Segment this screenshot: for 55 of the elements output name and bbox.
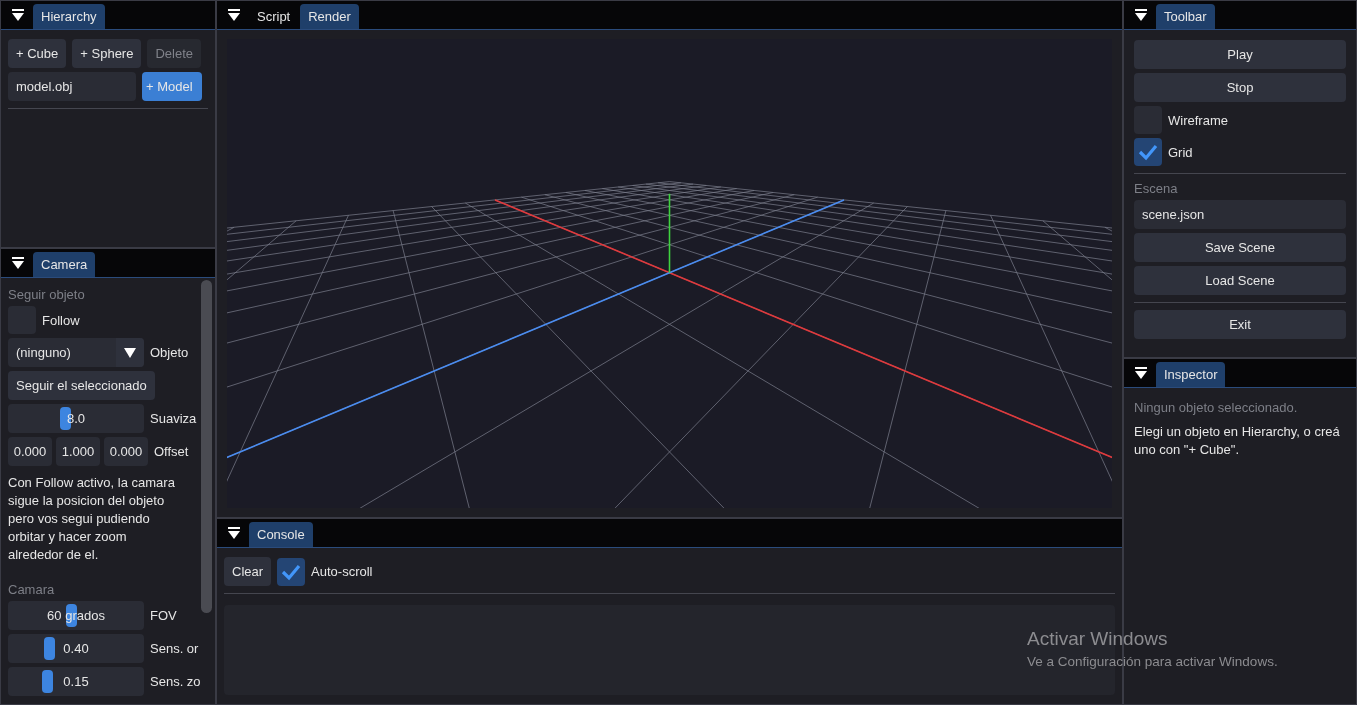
collapse-icon[interactable] [11, 8, 25, 22]
scrollbar[interactable] [201, 280, 212, 613]
follow-selected-button[interactable]: Seguir el seleccionado [8, 371, 155, 400]
collapse-icon[interactable] [11, 256, 25, 270]
section-label: Camara [8, 582, 56, 597]
field-label: Offset [154, 444, 189, 459]
object-dropdown[interactable]: (ninguno) [8, 338, 144, 367]
checkmark-icon [1138, 142, 1158, 162]
toolbar-button[interactable]: Stop [1134, 73, 1346, 102]
checkbox[interactable] [1134, 138, 1162, 166]
number-field[interactable]: 0.000 [8, 437, 52, 466]
model-path-field[interactable]: model.obj [8, 72, 136, 101]
collapse-icon[interactable] [227, 526, 241, 540]
slider-thumb[interactable] [43, 637, 55, 660]
collapse-icon[interactable] [227, 8, 241, 22]
status-text: Ningun objeto seleccionado. [1134, 400, 1299, 415]
toolbar-button[interactable]: Play [1134, 40, 1346, 69]
section-label: Seguir objeto [8, 287, 86, 302]
collapse-icon[interactable] [1134, 8, 1148, 22]
add-button[interactable]: + Cube [8, 39, 67, 68]
checkbox-label: Auto-scroll [311, 564, 373, 579]
activation-text: Ve a Configuración para activar Windows. [1027, 654, 1278, 669]
field-label: Sens. or [150, 641, 199, 656]
panel-tab[interactable]: Script [249, 4, 299, 29]
exit-button[interactable]: Exit [1134, 310, 1346, 339]
slider[interactable]: 0.15 [8, 667, 144, 696]
field-label: Suaviza [150, 411, 197, 426]
checkbox-label: Wireframe [1168, 112, 1228, 128]
help-text: Con Follow activo, la camara sigue la posicion del objeto pero vos segui pudiendo orbitar y hacer zoom alrededor de el. [8, 474, 176, 564]
number-field[interactable]: 1.000 [56, 437, 100, 466]
caret-icon [123, 346, 137, 359]
scene-file-field[interactable]: scene.json [1134, 200, 1346, 229]
panel-tab[interactable]: Hierarchy [33, 4, 105, 29]
checkbox-label: Grid [1168, 144, 1193, 160]
panel-tab[interactable]: Console [249, 522, 313, 547]
checkbox-label: Follow [42, 312, 80, 328]
slider[interactable]: 0.40 [8, 634, 144, 663]
field-label: Objeto [150, 345, 189, 360]
section-label: Escena [1134, 181, 1179, 196]
activation-title: Activar Windows [1027, 628, 1169, 650]
slider-thumb[interactable] [41, 670, 53, 693]
panel-tab[interactable]: Toolbar [1156, 4, 1215, 29]
hint-text: Elegi un objeto en Hierarchy, o creá uno con "+ Cube". [1134, 423, 1341, 459]
panel-tab[interactable]: Render [300, 4, 359, 29]
scene-button[interactable]: Save Scene [1134, 233, 1346, 262]
add-button[interactable]: + Sphere [72, 39, 142, 68]
panel-tab[interactable]: Inspector [1156, 362, 1226, 387]
field-label: Sens. zo [150, 674, 201, 689]
panel-tab[interactable]: Camera [33, 252, 96, 277]
number-field[interactable]: 0.000 [104, 437, 148, 466]
checkbox[interactable] [277, 557, 306, 586]
scene-button[interactable]: Load Scene [1134, 266, 1346, 295]
collapse-icon[interactable] [1134, 366, 1148, 380]
clear-button[interactable]: Clear [224, 557, 272, 586]
field-label: FOV [150, 608, 177, 623]
